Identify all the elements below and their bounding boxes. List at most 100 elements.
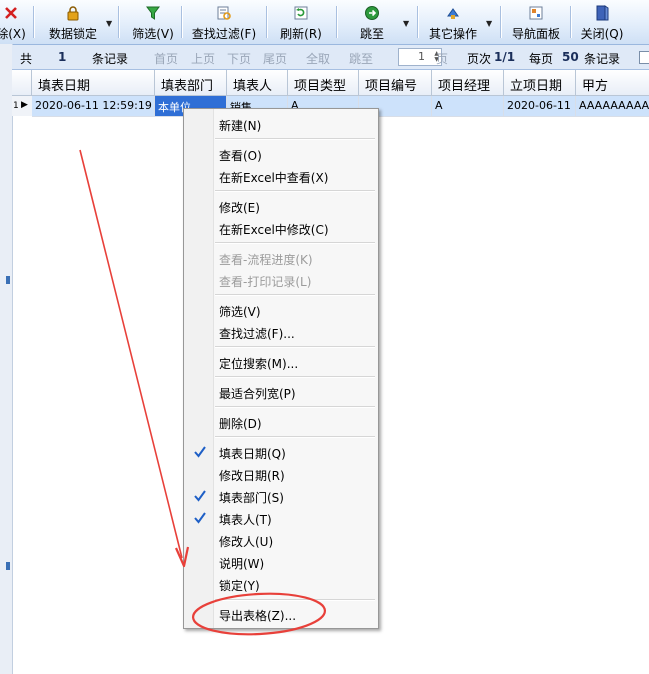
per-page-suffix: 条记录 [584,52,621,66]
filter-button[interactable]: 筛选(V) [128,3,178,41]
checkmark-icon [194,490,206,502]
next-page-link[interactable]: 下页 [227,50,251,67]
nav-panel-button[interactable]: 导航面板 [506,3,566,41]
find-filter-icon [217,6,231,20]
toolbar-divider [118,6,120,38]
menu-item-col-locked[interactable]: 锁定(Y) [184,574,378,594]
page-no-label: 页次 [467,52,492,66]
menu-item-best-fit-width[interactable]: 最适合列宽(P) [184,382,378,402]
table-cell[interactable]: A [432,96,504,117]
column-header[interactable]: 填表部门 [155,70,227,96]
menu-item-col-filler[interactable]: 填表人(T) [184,508,378,528]
menu-item-delete[interactable]: 删除(D) [184,412,378,432]
record-label: 条记录 [92,52,129,66]
toolbar-divider [266,6,268,38]
prev-page-link[interactable]: 上页 [191,50,215,67]
menu-separator [215,376,375,378]
goto-button[interactable]: 跳至 [350,3,394,41]
menu-item-view[interactable]: 查看(O) [184,144,378,164]
close-button[interactable]: 关闭(Q) [578,3,626,41]
menu-separator [215,138,375,140]
toolbar-divider [33,6,35,38]
toolbar-divider [417,6,419,38]
goto-icon [365,6,379,20]
menu-item-locate-search[interactable]: 定位搜索(M)... [184,352,378,372]
per-page-value: 50 [562,50,579,64]
menu-item-edit-in-excel[interactable]: 在新Excel中修改(C) [184,218,378,238]
filter-icon [146,6,160,20]
refresh-icon [294,6,308,20]
toolbar-divider [500,6,502,38]
find-filter-button[interactable]: 查找过滤(F) [186,3,262,41]
menu-item-find-filter[interactable]: 查找过滤(F)... [184,322,378,342]
nav-panel-icon [529,6,543,20]
menu-item-view-in-excel[interactable]: 在新Excel中查看(X) [184,166,378,186]
lock-icon [67,6,79,21]
page-no-value: 1/1 [494,50,516,64]
toolbar-divider [336,6,338,38]
menu-item-filter[interactable]: 筛选(V) [184,300,378,320]
delete-icon [5,7,17,19]
menu-item-export-table[interactable]: 导出表格(Z)... [184,604,378,624]
page-stepper-value: 1 [418,50,425,63]
menu-separator [215,346,375,348]
pagination-bar: 共 1 条记录 首页 上页 下页 尾页 全取 跳至 1 ▲ ▼ 页 页次 1/1 … [12,45,649,70]
menu-item-col-fill-date[interactable]: 填表日期(Q) [184,442,378,462]
menu-separator [215,436,375,438]
menu-item-view-print-log: 查看-打印记录(L) [219,275,312,289]
column-header[interactable]: 填表日期 [32,70,155,96]
menu-item-col-fill-dept[interactable]: 填表部门(S) [184,486,378,506]
column-header[interactable]: 填表人 [227,70,288,96]
total-label: 共 [20,52,33,66]
toolbar-divider [570,6,572,38]
splitter-handle-icon [6,562,10,570]
menu-separator [215,294,375,296]
context-menu: 新建(N) 查看(O) 在新Excel中查看(X) 修改(E) 在新Excel中… [183,108,379,629]
row-indicator[interactable]: 1 ▶ [12,96,32,116]
left-splitter[interactable] [0,44,13,674]
other-actions-dropdown[interactable]: ▼ [483,3,497,41]
menu-item-edit[interactable]: 修改(E) [184,196,378,216]
last-page-link[interactable]: 尾页 [263,50,287,67]
menu-item-col-modify-date[interactable]: 修改日期(R) [184,464,378,484]
menu-separator [215,242,375,244]
goto-dropdown[interactable]: ▼ [400,3,414,41]
column-header[interactable]: 甲方 [576,70,649,96]
refresh-button[interactable]: 刷新(R) [276,3,326,41]
other-actions-icon [447,8,459,19]
close-icon [596,5,609,21]
annotation-arrow [79,149,183,559]
menu-separator [215,599,375,601]
jump-link[interactable]: 跳至 [349,50,373,67]
menu-item-col-description[interactable]: 说明(W) [184,552,378,572]
per-page-label: 每页 [529,52,554,66]
menu-item-new[interactable]: 新建(N) [184,114,378,134]
other-actions-button[interactable]: 其它操作 [424,3,482,41]
toolbar: 除(X) 数据锁定 ▼ 筛选(V) 查找过滤(F) 刷新(R) 跳至 ▼ 其它操… [0,0,649,45]
column-header[interactable]: 项目编号 [359,70,432,96]
options-checkbox[interactable] [639,51,649,64]
table-cell[interactable]: AAAAAAAAAAA [576,96,649,117]
table-cell[interactable]: 2020-06-11 12:59:19 [32,96,155,117]
current-row-arrow-icon: ▶ [21,100,28,110]
menu-item-col-modifier[interactable]: 修改人(U) [184,530,378,550]
row-header-corner [12,70,32,96]
menu-item-view-flow-progress: 查看-流程进度(K) [219,253,313,267]
page-unit-label: 页 [436,52,449,66]
column-header[interactable]: 项目经理 [432,70,504,96]
data-lock-dropdown[interactable]: ▼ [104,3,116,41]
first-page-link[interactable]: 首页 [154,50,178,67]
table-cell[interactable]: 2020-06-11 [504,96,576,117]
menu-separator [215,190,375,192]
toolbar-divider [181,6,183,38]
data-lock-button[interactable]: 数据锁定 [42,3,104,41]
column-header[interactable]: 立项日期 [504,70,576,96]
column-header[interactable]: 项目类型 [288,70,359,96]
delete-button[interactable]: 除(X) [0,3,28,41]
checkmark-icon [194,446,206,458]
fetch-all-link[interactable]: 全取 [306,50,330,67]
chevron-down-icon: ▼ [486,19,493,28]
splitter-handle-icon [6,276,10,284]
chevron-down-icon: ▼ [403,19,410,28]
menu-separator [215,406,375,408]
